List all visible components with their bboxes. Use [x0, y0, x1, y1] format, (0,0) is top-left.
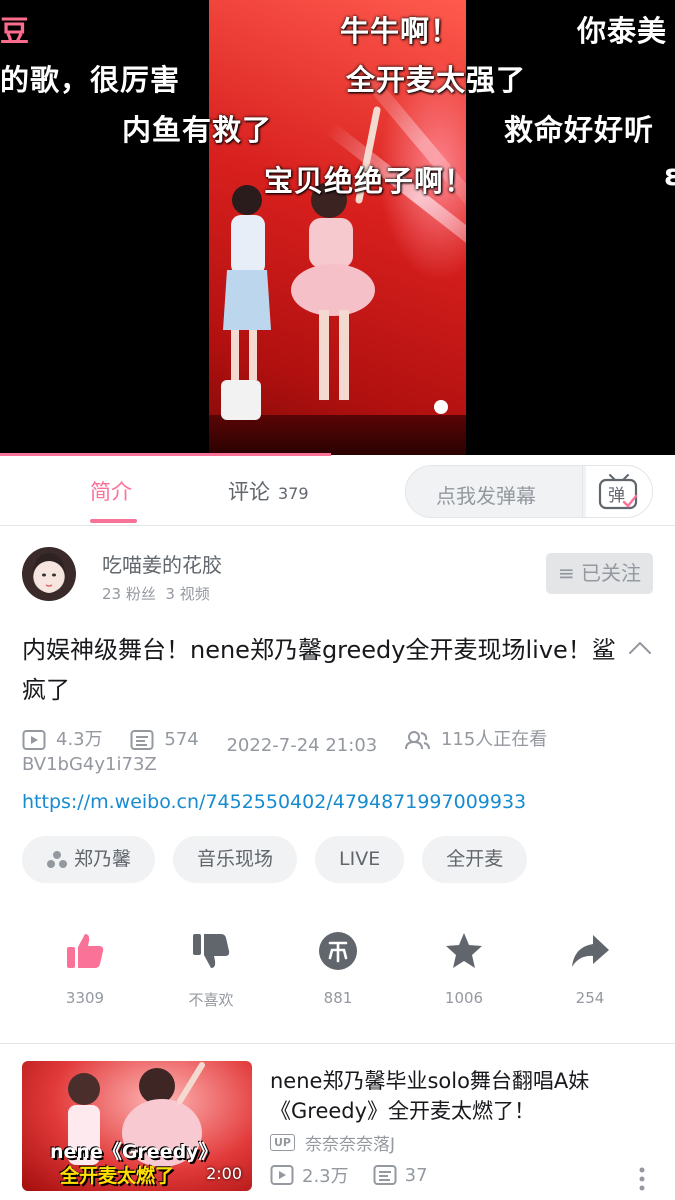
danmaku-input[interactable]: 点我发弹幕 弹 [405, 465, 653, 518]
share-arrow-icon [572, 935, 609, 967]
thumbs-up-icon [67, 934, 104, 968]
video-player[interactable]: 豆 牛牛啊！ 你泰美 的歌，很厉害 全开麦太强了 内鱼有救了 救命好好听 宝贝绝… [0, 0, 675, 455]
tag-list: 郑乃馨 音乐现场 LIVE 全开麦 [22, 836, 545, 883]
tag-item[interactable]: 音乐现场 [173, 836, 298, 883]
related-video-title[interactable]: nene郑乃馨毕业solo舞台翻唱A妹《Greedy》全开麦太燃了！ [270, 1066, 650, 1126]
uploader-name[interactable]: 吃喵姜的花胶 [102, 549, 222, 578]
danmaku-comment: 内鱼有救了 [122, 113, 273, 147]
uploader-videos: 3 视频 [165, 585, 210, 603]
danmaku-count-value: 574 [164, 729, 199, 750]
tab-comments[interactable]: 评论 379 [228, 476, 309, 506]
danmaku-button-glyph: 弹 [608, 486, 625, 506]
thumbnail-caption: 全开麦太燃了 [60, 1165, 175, 1187]
tag-label: 郑乃馨 [74, 848, 132, 870]
active-tab-indicator [90, 519, 137, 523]
danmaku-comment: 豆 [0, 14, 31, 48]
publish-datetime: 2022-7-24 21:03 [226, 735, 378, 756]
uploader-fans: 23 粉丝 [102, 585, 156, 603]
related-video-stats: 2.3万 37 [270, 1162, 428, 1188]
action-bar: 3309 不喜欢 881 1006 254 [0, 925, 675, 1025]
view-count: 4.3万 [22, 725, 103, 755]
danmaku-count-icon [130, 730, 154, 750]
coin-icon [319, 932, 357, 970]
related-danmaku-count: 37 [404, 1164, 428, 1186]
up-badge: UP [270, 1134, 295, 1151]
more-options-icon[interactable] [636, 1166, 648, 1192]
play-count-icon [22, 730, 46, 750]
thumbs-down-icon [193, 934, 230, 968]
avatar[interactable] [22, 547, 76, 601]
share-count: 254 [575, 989, 605, 1007]
people-icon [404, 731, 430, 750]
coin-count: 881 [323, 989, 353, 1007]
star-icon [446, 933, 482, 968]
tag-item[interactable]: 全开麦 [422, 836, 528, 883]
section-divider [0, 1043, 675, 1044]
follow-button[interactable]: ≡ 已关注 [546, 553, 653, 594]
video-title: 内娱神级舞台！nene郑乃馨greedy全开麦现场live！鲨疯了 [22, 636, 616, 704]
tab-bar: 简介 评论 379 点我发弹幕 弹 [0, 456, 675, 526]
like-count: 3309 [65, 989, 105, 1007]
favorite-button[interactable]: 1006 [414, 925, 514, 1007]
uploader-card: 吃喵姜的花胶 23 粉丝 3 视频 ≡ 已关注 [0, 527, 675, 617]
coin-button[interactable]: 881 [288, 925, 388, 1007]
tag-item[interactable]: LIVE [315, 836, 405, 883]
favorite-count: 1006 [444, 989, 484, 1007]
watching-now-value: 115人正在看 [440, 729, 548, 750]
danmaku-count-icon [373, 1165, 397, 1185]
danmaku-input-placeholder: 点我发弹幕 [436, 484, 536, 508]
bvid: BV1bG4y1i73Z [22, 754, 157, 775]
video-duration: 2:00 [206, 1164, 242, 1183]
share-button[interactable]: 254 [540, 925, 640, 1007]
danmaku-comment: 你泰美 [577, 14, 668, 48]
related-video-uploader: UP 奈奈奈奈落J [270, 1130, 395, 1155]
view-count-value: 4.3万 [56, 729, 103, 750]
danmaku-count: 574 [130, 725, 199, 755]
danmaku-comment: 牛牛啊！ [340, 14, 461, 48]
danmaku-toggle-button[interactable]: 弹 [586, 466, 652, 517]
description-link[interactable]: https://m.weibo.cn/7452550402/4794871997… [22, 791, 526, 813]
like-button[interactable]: 3309 [35, 925, 135, 1007]
play-count-icon [270, 1165, 294, 1185]
related-video-card[interactable]: nene《Greedy》 全开麦太燃了 2:00 nene郑乃馨毕业solo舞台… [0, 1058, 675, 1200]
related-uploader-name: 奈奈奈奈落J [305, 1135, 396, 1155]
danmaku-comment: 全开麦太强了 [346, 63, 527, 97]
dislike-label: 不喜欢 [188, 991, 234, 1009]
comments-count: 379 [278, 484, 309, 503]
related-view-count: 2.3万 [302, 1166, 349, 1187]
tab-intro[interactable]: 简介 [90, 476, 132, 506]
chevron-up-icon[interactable] [628, 640, 652, 656]
danmaku-comment: ε [664, 158, 675, 192]
danmaku-comment: 救命好好听 [504, 113, 655, 147]
danmaku-comment: 的歌，很厉害 [0, 63, 181, 97]
danmaku-comment: 宝贝绝绝子啊！ [264, 164, 475, 198]
danmaku-tv-icon: 弹 [598, 474, 638, 510]
thumbnail-caption: nene《Greedy》 [50, 1141, 218, 1163]
watching-now: 115人正在看 [404, 725, 548, 755]
tab-comments-label: 评论 [228, 480, 270, 504]
avatar-graphic [32, 553, 66, 593]
related-video-thumbnail[interactable]: nene《Greedy》 全开麦太燃了 2:00 [22, 1061, 252, 1191]
tag-artist[interactable]: 郑乃馨 [22, 836, 156, 883]
divider [582, 466, 583, 517]
dislike-button[interactable]: 不喜欢 [161, 925, 261, 1010]
uploader-stats: 23 粉丝 3 视频 [102, 583, 210, 604]
artist-tag-icon [47, 850, 67, 868]
